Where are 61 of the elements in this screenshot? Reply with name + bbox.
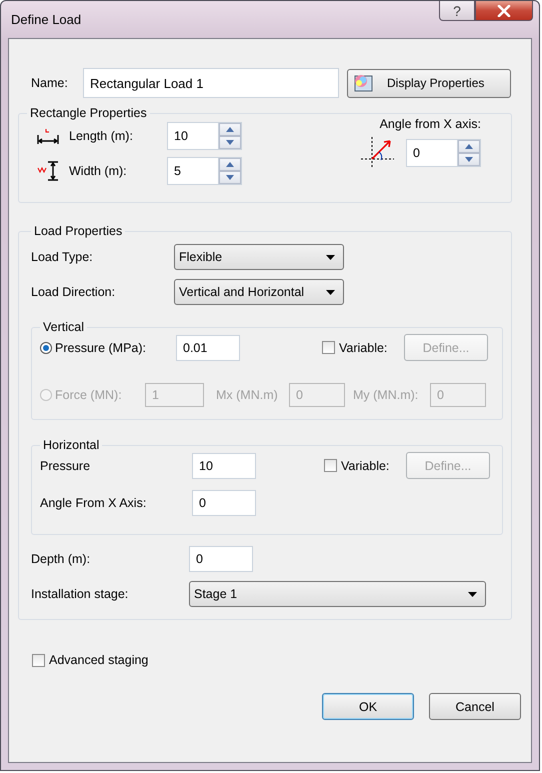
- spin-up-button[interactable]: [458, 140, 480, 153]
- installation-stage-dropdown[interactable]: Stage 1: [189, 581, 486, 607]
- triangle-down-icon: [465, 157, 473, 162]
- triangle-up-icon: [465, 144, 473, 149]
- variable-checkbox[interactable]: [324, 459, 337, 472]
- color-wheel-icon: [353, 73, 375, 93]
- load-type-dropdown[interactable]: Flexible: [174, 244, 344, 270]
- window-title: Define Load: [11, 12, 82, 27]
- pressure-radio[interactable]: [40, 342, 52, 354]
- advanced-staging-checkbox[interactable]: [32, 654, 45, 666]
- depth-field[interactable]: 0: [189, 546, 253, 572]
- variable-checkbox[interactable]: [322, 341, 335, 354]
- triangle-up-icon: [226, 127, 234, 132]
- dialog-button[interactable]: Cancel: [429, 693, 521, 720]
- length-field[interactable]: 10: [167, 122, 219, 150]
- variable-label: Variable:: [341, 458, 390, 472]
- spin-up-button[interactable]: [219, 123, 241, 136]
- caret-icon: [326, 254, 335, 260]
- name-field[interactable]: Rectangular Load 1: [83, 68, 339, 98]
- name-label: Name:: [31, 76, 69, 90]
- triangle-up-icon: [226, 162, 234, 167]
- width-label: Width (m):: [69, 164, 128, 178]
- close-button[interactable]: [475, 1, 533, 21]
- my-label: My (MN.m):: [353, 388, 420, 402]
- width-field[interactable]: 5: [167, 157, 219, 185]
- caret-icon: [468, 592, 477, 596]
- mx-label: Mx (MN.m): [216, 388, 279, 402]
- angle-field[interactable]: 0: [192, 490, 256, 516]
- pressure-label: Pressure (MPa):: [55, 340, 147, 354]
- angle-label: Angle From X Axis:: [40, 496, 148, 510]
- pressure-field[interactable]: 0.01: [176, 334, 240, 360]
- variable-label: Variable:: [339, 340, 388, 354]
- spin-up-button[interactable]: [219, 158, 241, 171]
- help-button[interactable]: ?: [439, 1, 475, 21]
- spin-down-button[interactable]: [219, 136, 241, 149]
- group-title: Horizontal: [42, 438, 100, 452]
- group-title: Rectangle Properties: [29, 106, 148, 120]
- length-icon: [37, 127, 59, 145]
- force-label: Force (MN):: [55, 388, 123, 402]
- width-icon: [37, 160, 59, 182]
- group-title: Vertical: [42, 320, 85, 334]
- load-type-label: Load Type:: [31, 250, 94, 264]
- advanced-staging-label: Advanced staging: [49, 653, 148, 667]
- dialog-button[interactable]: OK: [322, 693, 414, 720]
- pressure-label: Pressure: [40, 458, 92, 472]
- load-direction-label: Load Direction:: [31, 285, 116, 299]
- group-title: Load Properties: [33, 224, 124, 238]
- triangle-down-icon: [226, 140, 234, 145]
- spin-down-button[interactable]: [219, 171, 241, 184]
- installation-stage-label: Installation stage:: [31, 587, 130, 601]
- pressure-field[interactable]: 10: [192, 452, 256, 478]
- load-direction-dropdown[interactable]: Vertical and Horizontal: [174, 279, 344, 305]
- length-label: Length (m):: [69, 129, 134, 143]
- angle-label: Angle from X axis:: [380, 117, 481, 131]
- angle-field[interactable]: 0: [406, 139, 458, 167]
- triangle-down-icon: [226, 175, 234, 180]
- depth-label: Depth (m):: [31, 552, 92, 566]
- display-properties-button[interactable]: Display Properties: [347, 68, 511, 98]
- close-icon: [497, 4, 511, 16]
- spin-down-button[interactable]: [458, 153, 480, 166]
- caret-icon: [326, 290, 335, 294]
